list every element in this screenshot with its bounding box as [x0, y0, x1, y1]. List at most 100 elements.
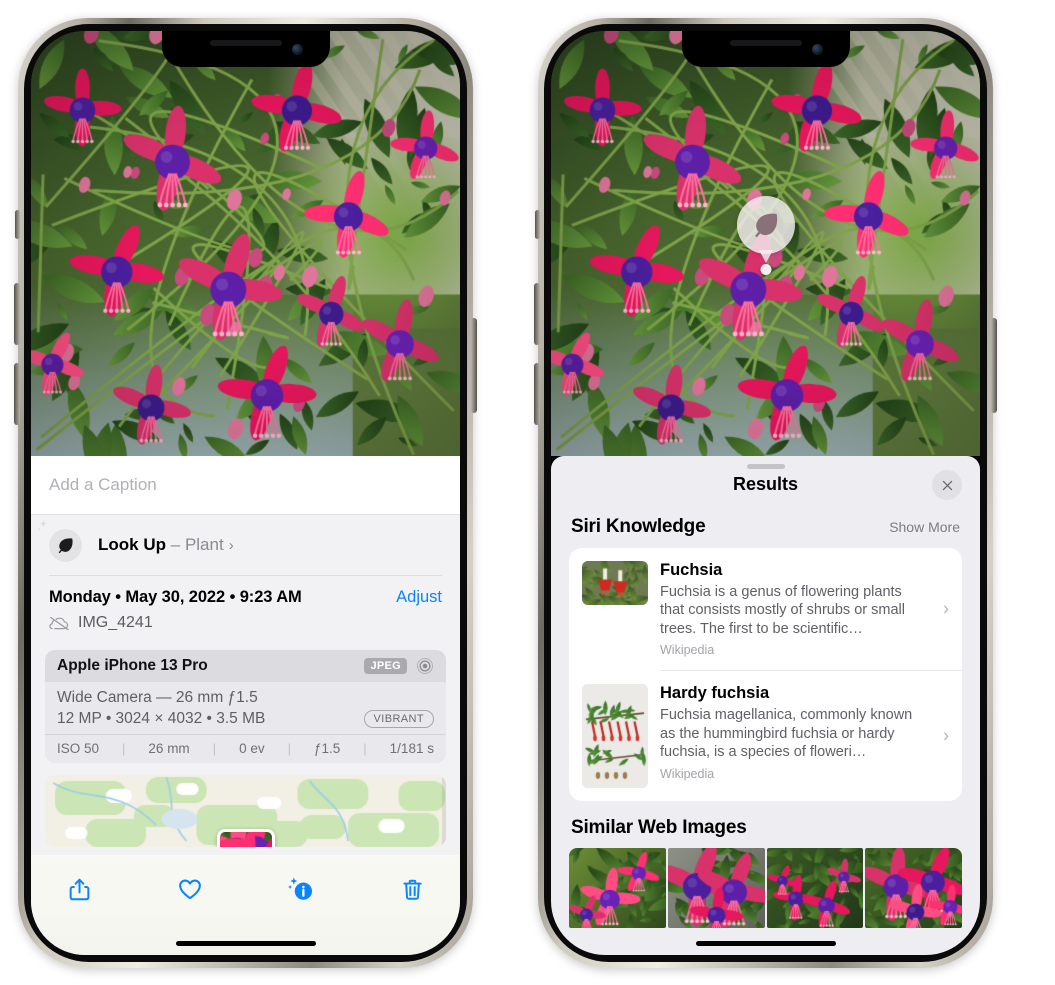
stat-ev: 0 ev: [239, 741, 265, 756]
caption-field-row[interactable]: Add a Caption: [31, 456, 460, 515]
exif-body: Wide Camera — 26 mm ƒ1.5 12 MP • 3024 × …: [45, 682, 446, 734]
similar-web-images-strip: [551, 848, 980, 929]
notch: [681, 31, 850, 67]
lens-info: Wide Camera — 26 mm ƒ1.5: [57, 689, 258, 706]
siri-knowledge-card: Fuchsia Fuchsia is a genus of flowering …: [569, 548, 962, 802]
photo-filename: IMG_4241: [78, 614, 153, 631]
knowledge-row[interactable]: Fuchsia Fuchsia is a genus of flowering …: [569, 548, 962, 670]
knowledge-description: Fuchsia is a genus of flowering plants t…: [660, 583, 905, 637]
exif-stats-row: ISO 50 | 26 mm | 0 ev | ƒ1.5 | 1/181 s: [45, 734, 446, 763]
info-sparkle-icon: [287, 876, 312, 900]
earpiece-speaker: [209, 40, 282, 46]
knowledge-title: Hardy fuchsia: [660, 684, 770, 703]
notch: [161, 31, 330, 67]
fuchsia-photo: [31, 31, 460, 456]
web-image-thumb[interactable]: [667, 848, 765, 929]
knowledge-thumbnail: [582, 561, 648, 605]
results-header: Results: [551, 456, 980, 512]
photo-date: Monday • May 30, 2022 • 9:23 AM: [49, 588, 302, 606]
close-button[interactable]: [932, 470, 962, 500]
caption-placeholder[interactable]: Add a Caption: [49, 475, 157, 495]
stat-sep: |: [212, 741, 217, 756]
stat-iso: ISO 50: [57, 741, 100, 756]
chevron-right-icon: ›: [943, 725, 949, 746]
web-image-thumb[interactable]: [569, 848, 666, 929]
web-image-thumb[interactable]: [865, 848, 962, 929]
leaf-icon: [49, 528, 82, 562]
stat-shutter: 1/181 s: [389, 741, 434, 756]
adjust-button[interactable]: Adjust: [396, 588, 442, 607]
chevron-right-icon: ›: [943, 598, 949, 619]
iphone-left: Add a Caption Look Up – Plant › Monday •…: [14, 18, 477, 968]
heart-icon: [179, 879, 201, 900]
section-title-similar: Similar Web Images: [571, 817, 747, 839]
look-up-subject: Plant: [184, 535, 224, 554]
volume-up-button[interactable]: [534, 283, 540, 345]
knowledge-source: Wikipedia: [660, 766, 715, 781]
volume-down-button[interactable]: [14, 363, 20, 425]
exif-card[interactable]: Apple iPhone 13 Pro JPEG Wide Camera — 2…: [45, 650, 446, 763]
web-image-thumb[interactable]: [766, 848, 864, 929]
phone-screen-left: Add a Caption Look Up – Plant › Monday •…: [31, 31, 460, 955]
location-map[interactable]: [45, 775, 446, 847]
volume-down-button[interactable]: [534, 363, 540, 425]
delete-button[interactable]: [392, 869, 432, 909]
knowledge-thumbnail: [582, 684, 648, 789]
power-button[interactable]: [991, 318, 997, 413]
stat-aperture: ƒ1.5: [314, 741, 341, 756]
favorite-button[interactable]: [170, 869, 210, 909]
knowledge-row[interactable]: Hardy fuchsia Fuchsia magellanica, commo…: [569, 671, 962, 801]
phone-screen-right: Results Siri Knowledge Show More Fuchsia…: [551, 31, 980, 955]
volume-up-button[interactable]: [14, 283, 20, 345]
front-camera-icon: [811, 44, 823, 55]
stat-focal: 26 mm: [148, 741, 190, 756]
silence-switch[interactable]: [535, 210, 540, 239]
iphone-right: Results Siri Knowledge Show More Fuchsia…: [534, 18, 997, 968]
device-name: Apple iPhone 13 Pro: [57, 657, 208, 674]
look-up-label: Look Up – Plant ›: [98, 535, 234, 555]
results-title: Results: [732, 473, 799, 494]
icloud-slash-icon: [49, 616, 69, 630]
stat-sep: |: [287, 741, 291, 756]
info-button[interactable]: [281, 869, 321, 909]
photo-info-sheet: Add a Caption Look Up – Plant › Monday •…: [31, 456, 460, 955]
stat-sep: |: [122, 741, 126, 756]
trash-icon: [402, 879, 422, 900]
knowledge-title: Fuchsia: [660, 561, 723, 579]
front-camera-icon: [291, 44, 303, 55]
format-badge: JPEG: [364, 658, 407, 674]
look-up-row[interactable]: Look Up – Plant ›: [31, 515, 460, 575]
close-icon: [942, 480, 952, 490]
exif-header: Apple iPhone 13 Pro JPEG: [45, 650, 446, 682]
results-sheet: Results Siri Knowledge Show More Fuchsia…: [551, 456, 980, 955]
knowledge-source: Wikipedia: [660, 643, 715, 658]
visual-lookup-marker[interactable]: [736, 196, 795, 275]
look-up-dash: –: [170, 535, 181, 554]
chevron-right-icon: ›: [228, 537, 234, 554]
knowledge-description: Fuchsia magellanica, commonly known as t…: [660, 707, 913, 761]
section-title-siri: Siri Knowledge: [571, 516, 706, 537]
marker-dot: [760, 264, 771, 275]
stat-sep: |: [363, 741, 367, 756]
screenshot-stage: Add a Caption Look Up – Plant › Monday •…: [0, 0, 1055, 985]
leaf-icon: [736, 196, 795, 254]
show-more-button[interactable]: Show More: [889, 519, 960, 535]
map-pin-thumbnail: [219, 832, 272, 847]
aperture-icon: [417, 658, 433, 674]
siri-knowledge-header: Siri Knowledge Show More: [551, 512, 980, 548]
marker-tail: [758, 250, 773, 263]
photo-viewer[interactable]: [31, 31, 460, 456]
look-up-text: Look Up: [98, 535, 166, 554]
earpiece-speaker: [729, 40, 802, 46]
share-icon: [69, 878, 89, 900]
home-indicator[interactable]: [175, 941, 316, 946]
silence-switch[interactable]: [15, 210, 20, 239]
photo-metadata: Monday • May 30, 2022 • 9:23 AM Adjust I…: [31, 576, 460, 638]
photo-toolbar: [31, 855, 460, 955]
power-button[interactable]: [471, 318, 477, 413]
image-size-info: 12 MP • 3024 × 4032 • 3.5 MB: [57, 710, 266, 727]
share-button[interactable]: [59, 869, 99, 909]
home-indicator[interactable]: [695, 941, 836, 946]
map-photo-pin[interactable]: [216, 829, 275, 847]
photographic-style-badge: VIBRANT: [363, 710, 434, 728]
